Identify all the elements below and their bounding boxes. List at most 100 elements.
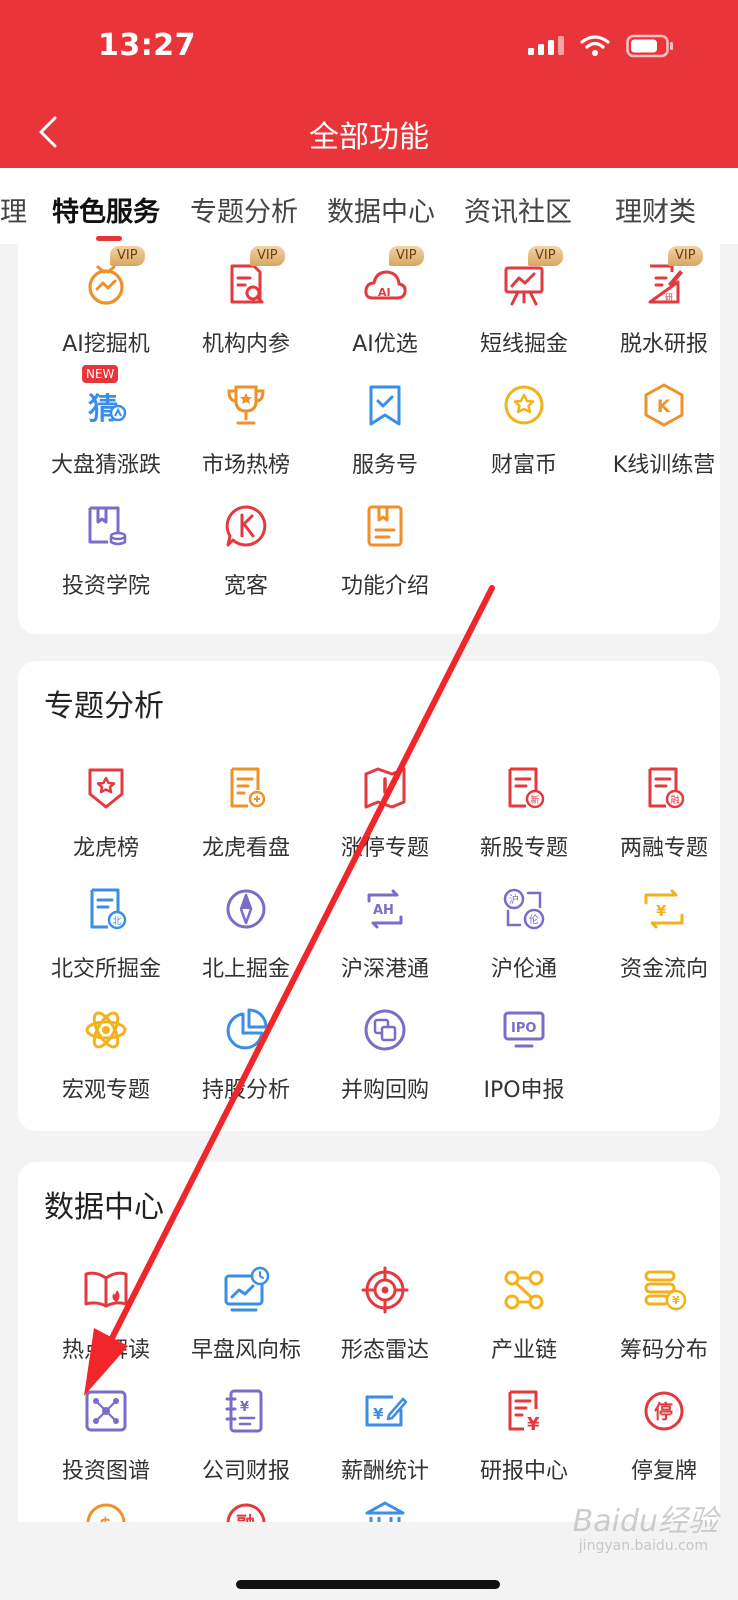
grid-item-kline-camp[interactable]: K K线训练营 — [594, 379, 734, 479]
grid-item-financial-reports[interactable]: ¥ 公司财报 — [176, 1385, 316, 1485]
grid-item-suspension[interactable]: 停 停复牌 — [594, 1385, 734, 1485]
grid-item-wealth-coin[interactable]: 财富币 — [454, 379, 594, 479]
grid-item-ai-miner[interactable]: VIP AI挖掘机 — [36, 246, 176, 358]
grid-item-label: 机构内参 — [201, 332, 290, 357]
vip-badge: VIP — [110, 246, 145, 266]
grid-item-hotspot[interactable]: 热点解读 — [36, 1264, 176, 1364]
svg-text:¥: ¥ — [240, 1400, 249, 1415]
suspend-circle-icon: 停 — [644, 1391, 684, 1431]
grid-item-label: K线训练营 — [612, 453, 716, 478]
tab-topic-analysis[interactable]: 专题分析 — [190, 190, 298, 229]
status-bar: 13:27 — [0, 0, 738, 96]
svg-text:融: 融 — [671, 795, 680, 806]
grid-item-label: AI优选 — [352, 332, 418, 357]
chain-nodes-icon — [504, 1270, 544, 1310]
booklet-icon — [367, 505, 403, 547]
grid-item-dragon-tiger-watch[interactable]: 龙虎看盘 — [176, 762, 316, 862]
grid-item-stock-connect[interactable]: AH 沪深港通 — [315, 883, 455, 983]
tab-data-center[interactable]: 数据中心 — [327, 190, 435, 229]
grid-item-short-term[interactable]: VIP 短线掘金 — [454, 246, 594, 358]
grid-item-label: 产业链 — [490, 1338, 557, 1363]
grid-item-margin-trading[interactable]: 融 两融专题 — [594, 762, 734, 862]
document-margin-icon: 融 — [648, 767, 685, 809]
grid-item-holdings[interactable]: 持股分析 — [176, 1004, 316, 1104]
document-coin-icon — [230, 767, 266, 808]
svg-text:新: 新 — [531, 794, 540, 806]
vip-badge: VIP — [250, 246, 285, 266]
signal-icon — [528, 36, 564, 55]
svg-text:¥: ¥ — [672, 1294, 680, 1307]
nav-bar: 全部功能 — [0, 96, 738, 168]
grid-item-dehydrated-report[interactable]: 研 VIP 脱水研报 — [594, 246, 734, 358]
grid-item-investment-graph[interactable]: 投资图谱 — [36, 1385, 176, 1485]
svg-text:¥: ¥ — [656, 902, 667, 920]
grid-item-ai-picks[interactable]: AI VIP AI优选 — [315, 246, 455, 358]
page-title: 全部功能 — [309, 120, 429, 155]
grid-item-label: 宽客 — [223, 574, 268, 599]
grid-item-bse-gold[interactable]: 北 北交所掘金 — [36, 883, 176, 983]
vip-badge: VIP — [668, 246, 703, 266]
grid-item-shanghai-london[interactable]: 沪 伦 沪伦通 — [454, 883, 594, 983]
tab-wealth[interactable]: 理财类 — [615, 190, 696, 229]
grid-item-partial[interactable]: 融 — [176, 1497, 316, 1522]
grid-item-label: 停复牌 — [630, 1459, 697, 1484]
grid-item-label: 资金流向 — [619, 957, 708, 982]
grid-item-chip-distribution[interactable]: ¥ 筹码分布 — [594, 1264, 734, 1364]
guess-icon: 猜 — [88, 392, 127, 427]
grid-item-partial[interactable] — [315, 1497, 455, 1522]
grid-item-service-account[interactable]: 服务号 — [315, 379, 455, 479]
grid-item-market-hotlist[interactable]: 市场热榜 — [176, 379, 316, 479]
tab-news-community[interactable]: 资讯社区 — [464, 190, 572, 229]
grid-item-northbound[interactable]: 北上掘金 — [176, 883, 316, 983]
wifi-icon — [580, 35, 610, 56]
active-tab-indicator — [96, 236, 122, 241]
grid-item-new-stocks[interactable]: 新 新股专题 — [454, 762, 594, 862]
grid-item-macro[interactable]: 宏观专题 — [36, 1004, 176, 1104]
grid-item-label: 大盘猜涨跌 — [50, 453, 161, 478]
grid-item-label: 持股分析 — [201, 1078, 290, 1103]
status-icons — [528, 34, 674, 58]
svg-text:AI: AI — [378, 286, 391, 299]
grid-item-dragon-tiger[interactable]: 龙虎榜 — [36, 762, 176, 862]
grid-item-pattern-radar[interactable]: 形态雷达 — [315, 1264, 455, 1364]
tab-featured-services[interactable]: 特色服务 — [52, 190, 160, 229]
grid-item-institution-insider[interactable]: VIP 机构内参 — [176, 246, 316, 358]
data-center-card: 数据中心 热点解读 早盘风向标 形态雷达 产业链 ¥ 筹码分布 投资图谱 ¥ 公… — [18, 1162, 720, 1522]
grid-item-morning-vane[interactable]: 早盘风向标 — [176, 1264, 316, 1364]
grid-item-label: 龙虎榜 — [72, 836, 139, 861]
pie-chart-icon — [226, 1008, 268, 1050]
grid-item-investment-academy[interactable]: 投资学院 — [36, 500, 176, 600]
dollar-coin-icon: $ — [86, 1503, 126, 1522]
grid-item-label: 财富币 — [490, 453, 557, 478]
grid-item-industry-chain[interactable]: 产业链 — [454, 1264, 594, 1364]
hexagon-k-icon: K — [644, 383, 684, 427]
grid-item-label: 涨停专题 — [340, 836, 429, 861]
grid-item-label: 两融专题 — [619, 836, 708, 861]
grid-item-research-center[interactable]: ¥ 研报中心 — [454, 1385, 594, 1485]
book-fire-icon — [84, 1271, 128, 1308]
grid-item-label: 脱水研报 — [619, 332, 708, 357]
yuan-exchange-icon: ¥ — [644, 889, 684, 929]
grid-item-ipo[interactable]: IPO IPO申报 — [454, 1004, 594, 1104]
svg-text:融: 融 — [236, 1513, 255, 1522]
merge-squares-icon — [364, 1009, 406, 1051]
grid-item-label: 北交所掘金 — [50, 957, 161, 982]
grid-item-capital-flow[interactable]: ¥ 资金流向 — [594, 883, 734, 983]
grid-item-quant[interactable]: 宽客 — [176, 500, 316, 600]
grid-item-guess-market[interactable]: 猜 NEW 大盘猜涨跌 — [36, 365, 176, 479]
grid-item-label: 功能介绍 — [340, 574, 429, 599]
svg-text:沪: 沪 — [509, 893, 519, 906]
ah-exchange-icon: AH — [367, 889, 403, 929]
grid-item-limit-up[interactable]: 涨停专题 — [315, 762, 455, 862]
grid-item-partial[interactable]: $ — [36, 1497, 176, 1522]
bookmark-check-icon — [369, 385, 401, 426]
grid-item-salary-stats[interactable]: ¥ 薪酬统计 — [315, 1385, 455, 1485]
grid-item-feature-intro[interactable]: 功能介绍 — [315, 500, 455, 600]
svg-text:K: K — [657, 397, 671, 417]
k-chat-icon — [225, 505, 267, 547]
tab-partial[interactable]: 理 — [0, 190, 27, 229]
radar-icon — [361, 1266, 409, 1314]
financial-notebook-icon: ¥ — [225, 1389, 263, 1433]
featured-services-card: VIP AI挖掘机 VIP 机构内参 AI VIP AI优选 VIP 短线掘金 … — [18, 244, 720, 634]
grid-item-merger-buyback[interactable]: 并购回购 — [315, 1004, 455, 1104]
